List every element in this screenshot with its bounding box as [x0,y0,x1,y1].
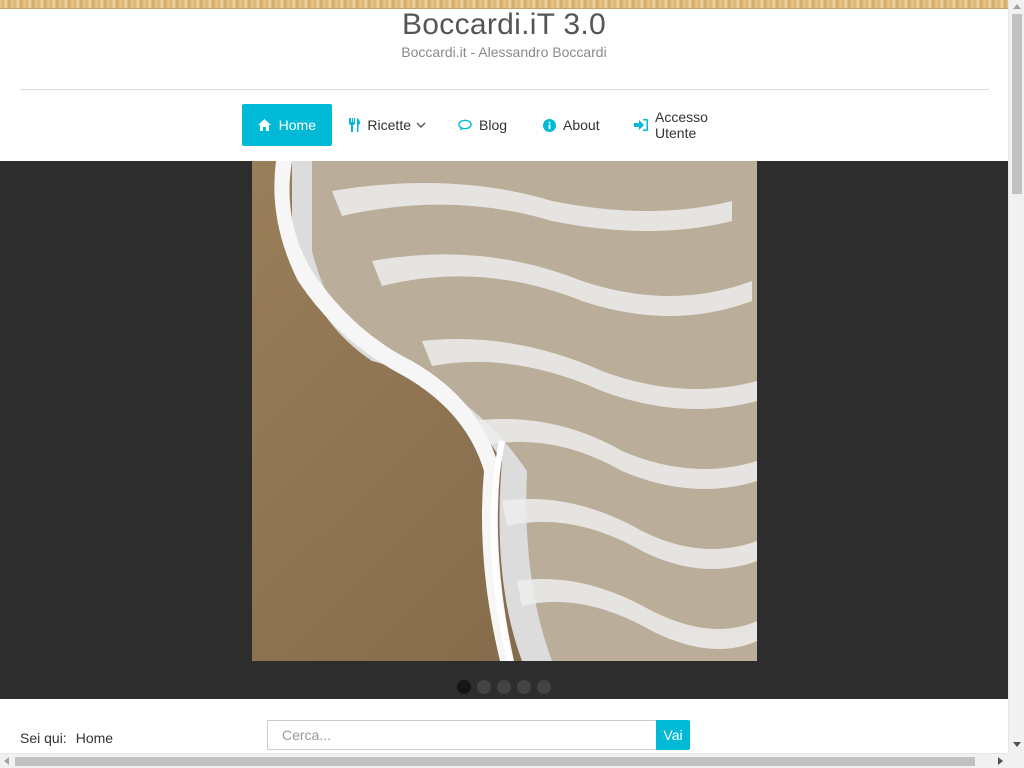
site-subtitle: Boccardi.it - Alessandro Boccardi [401,44,607,60]
breadcrumb: Sei qui: Home [20,730,113,746]
scroll-left-arrow-icon[interactable] [4,757,9,765]
search-button[interactable]: Vai [656,720,690,750]
page: Boccardi.iT 3.0 Boccardi.it - Alessandro… [0,0,1008,753]
slider-dots [457,680,551,694]
home-icon [258,118,272,132]
header-divider [20,89,989,90]
scrollbar-corner [1008,753,1024,768]
comment-icon [458,118,472,132]
nav-item-about[interactable]: About [526,104,618,146]
vertical-scroll-thumb[interactable] [1012,14,1022,194]
nav-item-blog[interactable]: Blog [442,104,526,146]
nav-item-ricette[interactable]: Ricette [332,104,442,146]
search-input[interactable] [267,720,656,750]
nav-item-label: About [563,117,600,133]
vertical-scrollbar[interactable] [1008,0,1024,753]
slider-dot-3[interactable] [497,680,511,694]
nav-item-accesso-utente[interactable]: Accesso Utente [618,104,752,146]
scroll-up-arrow-icon[interactable] [1013,4,1021,9]
nav-item-label: Accesso Utente [655,109,708,141]
slider-dot-5[interactable] [537,680,551,694]
cutlery-icon [348,118,361,132]
horizontal-scroll-thumb[interactable] [15,757,975,766]
site-title[interactable]: Boccardi.iT 3.0 [0,8,1008,42]
search-form: Vai [267,720,690,750]
breadcrumb-current: Home [75,730,114,746]
nav-item-label: Home [278,117,316,133]
info-icon [542,118,556,132]
scroll-right-arrow-icon[interactable] [998,757,1003,765]
sign-in-icon [634,118,648,132]
nav-item-label: Ricette [367,117,411,133]
scroll-down-arrow-icon[interactable] [1013,742,1021,747]
breadcrumb-prefix: Sei qui: [20,730,67,746]
chevron-down-icon [416,120,426,130]
main-nav: Home Ricette Blog About Accesso Utente [242,104,752,146]
horizontal-scrollbar[interactable] [0,753,1008,768]
image-slider [0,161,1008,699]
nav-item-home[interactable]: Home [242,104,332,146]
slider-dot-4[interactable] [517,680,531,694]
nav-item-label: Blog [479,117,508,133]
slider-dot-2[interactable] [477,680,491,694]
slider-dot-1[interactable] [457,680,471,694]
slide-image[interactable] [252,161,757,661]
